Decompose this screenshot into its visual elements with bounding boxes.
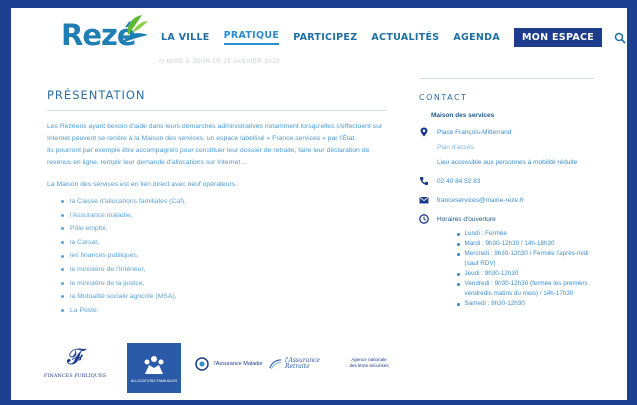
contact-divider xyxy=(419,78,594,79)
list-item: Pôle emploi, xyxy=(61,222,387,236)
map-pin-icon xyxy=(420,127,428,137)
address-text: Place François-Mitterrand xyxy=(437,129,512,136)
update-text: MISE À JOUR LE 25 JANVIER 2023 xyxy=(166,59,280,65)
phone-link[interactable]: 02 40 84 52 83 xyxy=(437,176,480,187)
page-frame: Rezé LA VILLE PRATIQUE PARTICIPEZ ACTUAL… xyxy=(11,8,627,400)
list-item: le ministère de l'Intérieur, xyxy=(61,263,387,277)
caf-logo: ALLOCATIONS FAMILIALES xyxy=(127,343,181,393)
opening-hours-list: Lundi : Fermée Mardi : 9h30-12h30 / 14h-… xyxy=(457,229,594,309)
assurance-maladie-icon xyxy=(195,357,210,371)
contact-organization: Maison des services xyxy=(431,112,495,119)
clock-icon: ◷ xyxy=(159,59,167,65)
page-title: PRÉSENTATION xyxy=(47,88,146,102)
operators-list: la Caisse d'allocations familiales (Caf)… xyxy=(47,195,387,317)
map-link[interactable]: Plan d'accès xyxy=(437,142,594,153)
assurance-retraite-icon xyxy=(269,359,282,370)
list-item: le ministère de la justice, xyxy=(61,277,387,291)
list-item: Jeudi : 9h30-12h30 xyxy=(457,269,594,279)
clock-icon xyxy=(419,214,429,224)
list-item: Samedi : 9h30-12h30 xyxy=(457,299,594,309)
assurance-retraite-logo: l'Assurance Retraite xyxy=(269,357,335,371)
mon-espace-button[interactable]: MON ESPACE xyxy=(514,28,603,47)
nav-item-agenda[interactable]: AGENDA xyxy=(453,32,500,43)
list-item: Lundi : Fermée xyxy=(457,229,594,239)
list-item: La Poste. xyxy=(61,304,387,318)
update-date: ◷ MISE À JOUR LE 25 JANVIER 2023 xyxy=(159,58,280,65)
search-icon[interactable] xyxy=(614,32,626,44)
contact-sidebar: CONTACT Maison des services Place Franço… xyxy=(419,78,594,309)
site-header: Rezé LA VILLE PRATIQUE PARTICIPEZ ACTUAL… xyxy=(11,8,627,65)
title-divider xyxy=(47,110,387,111)
nav-item-pratique[interactable]: PRATIQUE xyxy=(223,30,280,45)
envelope-icon xyxy=(419,196,429,204)
list-item: la Carsat, xyxy=(61,236,387,250)
phone-row: 02 40 84 52 83 xyxy=(419,176,594,187)
ants-logo: Agence nationale des titres sécurisés xyxy=(349,357,389,368)
phone-icon xyxy=(419,177,428,186)
nav-item-actualites[interactable]: ACTUALITÉS xyxy=(371,32,439,43)
nav-item-la-ville[interactable]: LA VILLE xyxy=(161,32,210,43)
main-content: PRÉSENTATION Les Rezéens ayant besoin d'… xyxy=(47,88,387,317)
email-row: franceservices@mairie-reze.fr xyxy=(419,195,594,206)
finances-publiques-logo: 𝓕 FINANCES PUBLIQUES xyxy=(43,345,107,380)
intro-paragraph-1: Les Rezéens ayant besoin d'aide dans leu… xyxy=(47,123,383,142)
main-nav: LA VILLE PRATIQUE PARTICIPEZ ACTUALITÉS … xyxy=(161,28,626,47)
list-item: Mardi : 9h30-12h30 / 14h-18h30 xyxy=(457,239,594,249)
list-item: Mercredi : 9h30-12h30 / Fermée l'après-m… xyxy=(457,249,594,269)
list-item: l'Assurance maladie, xyxy=(61,209,387,223)
contact-title: CONTACT xyxy=(419,93,468,102)
partner-logos: 𝓕 FINANCES PUBLIQUES ALLOCATIONS FAMILIA… xyxy=(43,343,389,398)
email-link[interactable]: franceservices@mairie-reze.fr xyxy=(437,195,524,206)
list-item: Vendredi : 9h30-12h30 (fermée les premie… xyxy=(457,279,594,299)
hours-row: Horaires d'ouverture xyxy=(419,214,594,225)
hours-label: Horaires d'ouverture xyxy=(437,216,496,223)
leaf-logo-icon xyxy=(122,15,148,43)
assurance-maladie-logo: l'Assurance Maladie xyxy=(195,357,263,371)
address-row: Place François-Mitterrand xyxy=(419,127,594,138)
list-item: la Mutualité sociale agricole (MSA), xyxy=(61,290,387,304)
caf-family-icon xyxy=(144,355,164,374)
finances-publiques-mark-icon: 𝓕 xyxy=(66,345,84,370)
nav-item-participez[interactable]: PARTICIPEZ xyxy=(293,32,357,43)
list-item: la Caisse d'allocations familiales (Caf)… xyxy=(61,195,387,209)
accessibility-text: Lieu accessible aux personnes à mobilité… xyxy=(437,159,578,166)
operators-intro: La Maison des services est en lien direc… xyxy=(47,181,239,188)
list-item: les finances publiques, xyxy=(61,249,387,263)
intro-paragraph-2: Ils pourront par exemple être accompagné… xyxy=(47,147,370,166)
